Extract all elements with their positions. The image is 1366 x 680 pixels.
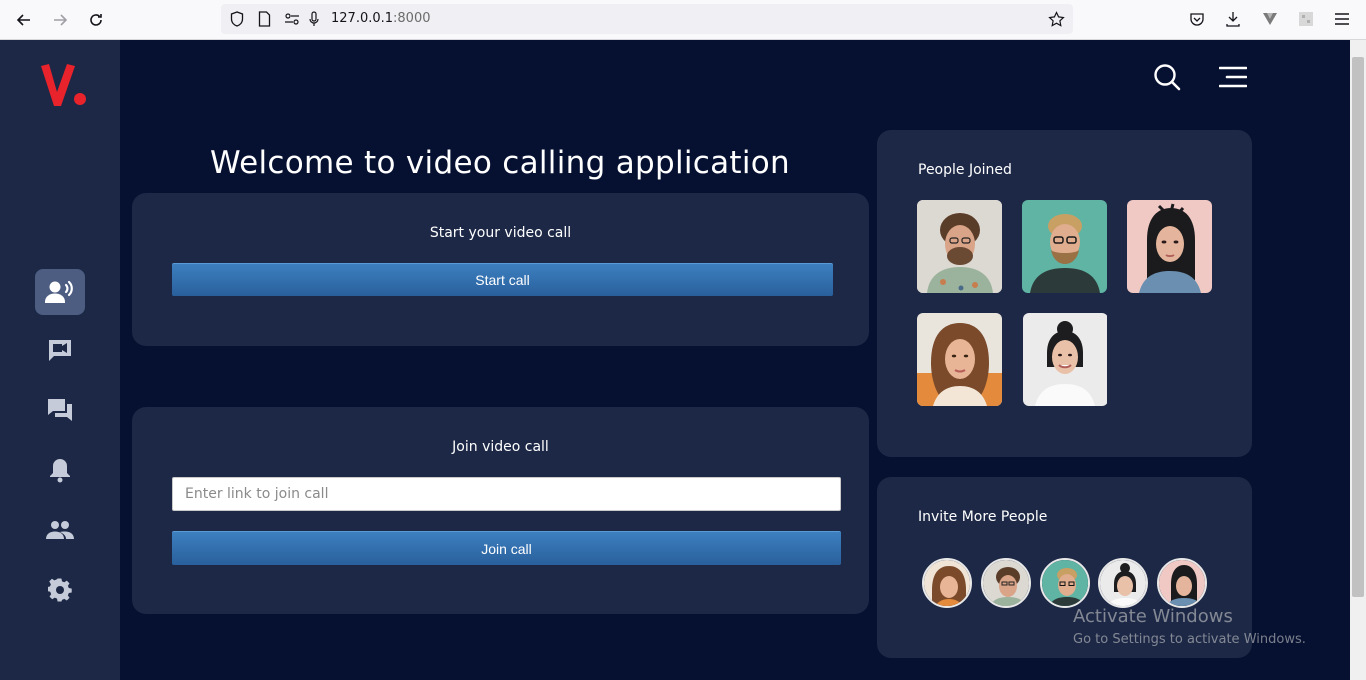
- search-icon: [1154, 64, 1181, 91]
- activate-windows-title: Activate Windows: [1073, 606, 1233, 627]
- hamburger-menu-icon[interactable]: [1332, 9, 1352, 29]
- app-logo[interactable]: [40, 62, 92, 110]
- sidebar-item-video-chat[interactable]: [35, 327, 85, 373]
- search-button[interactable]: [1152, 62, 1182, 92]
- url-port: :8000: [393, 11, 431, 26]
- join-call-title: Join video call: [452, 439, 549, 455]
- start-call-title: Start your video call: [429, 225, 572, 241]
- invite-avatar[interactable]: [981, 558, 1031, 608]
- sidebar-item-chat[interactable]: [35, 387, 85, 433]
- sidebar-item-contacts[interactable]: [35, 507, 85, 553]
- bell-icon: [50, 459, 70, 483]
- microphone-icon[interactable]: [305, 10, 323, 28]
- menu-icon: [1219, 66, 1247, 88]
- person-tile[interactable]: [917, 313, 1002, 406]
- people-joined-panel: [877, 130, 1252, 457]
- shield-icon[interactable]: [228, 10, 246, 28]
- extension-icon[interactable]: [1260, 9, 1280, 29]
- person-tile[interactable]: [1023, 313, 1108, 406]
- invite-avatar[interactable]: [1157, 558, 1207, 608]
- page-icon[interactable]: [255, 10, 273, 28]
- menu-button[interactable]: [1218, 62, 1248, 92]
- scrollbar-thumb[interactable]: [1352, 57, 1364, 597]
- pocket-icon[interactable]: [1187, 9, 1207, 29]
- join-call-button[interactable]: Join call: [172, 531, 841, 565]
- person-tile[interactable]: [917, 200, 1002, 293]
- start-call-card: Start your video call Start call: [132, 193, 869, 346]
- gear-icon: [48, 578, 72, 602]
- download-icon[interactable]: [1223, 9, 1243, 29]
- sidebar-item-notifications[interactable]: [35, 447, 85, 493]
- person-tile[interactable]: [1127, 200, 1212, 293]
- join-call-card: Join video call Join call: [132, 407, 869, 614]
- page-title: Welcome to video calling application: [209, 145, 791, 181]
- people-icon: [46, 521, 74, 539]
- browser-toolbar: 127.0.0.1:8000: [0, 0, 1366, 40]
- invite-avatar[interactable]: [1098, 558, 1148, 608]
- address-bar[interactable]: 127.0.0.1:8000: [221, 4, 1073, 34]
- addon-icon[interactable]: [1296, 9, 1316, 29]
- invite-avatar[interactable]: [1040, 558, 1090, 608]
- url-text[interactable]: 127.0.0.1:8000: [331, 11, 431, 26]
- bookmark-star-icon[interactable]: [1047, 10, 1065, 28]
- activate-windows-subtitle: Go to Settings to activate Windows.: [1073, 632, 1306, 647]
- person-tile[interactable]: [1022, 200, 1107, 293]
- url-host: 127.0.0.1: [331, 11, 394, 26]
- sidebar-item-audio-call[interactable]: [35, 269, 85, 315]
- audio-call-icon: [45, 280, 73, 303]
- reload-icon[interactable]: [84, 8, 108, 32]
- forward-arrow-icon[interactable]: [48, 8, 72, 32]
- invite-avatar[interactable]: [922, 558, 972, 608]
- chat-icon: [48, 399, 72, 421]
- sidebar-item-settings[interactable]: [35, 567, 85, 613]
- invite-title: Invite More People: [918, 509, 1048, 525]
- video-chat-icon: [49, 340, 71, 361]
- back-arrow-icon[interactable]: [12, 8, 36, 32]
- people-joined-title: People Joined: [918, 162, 1012, 178]
- permissions-icon[interactable]: [283, 10, 301, 28]
- join-link-input[interactable]: [172, 477, 841, 511]
- start-call-button[interactable]: Start call: [172, 263, 833, 296]
